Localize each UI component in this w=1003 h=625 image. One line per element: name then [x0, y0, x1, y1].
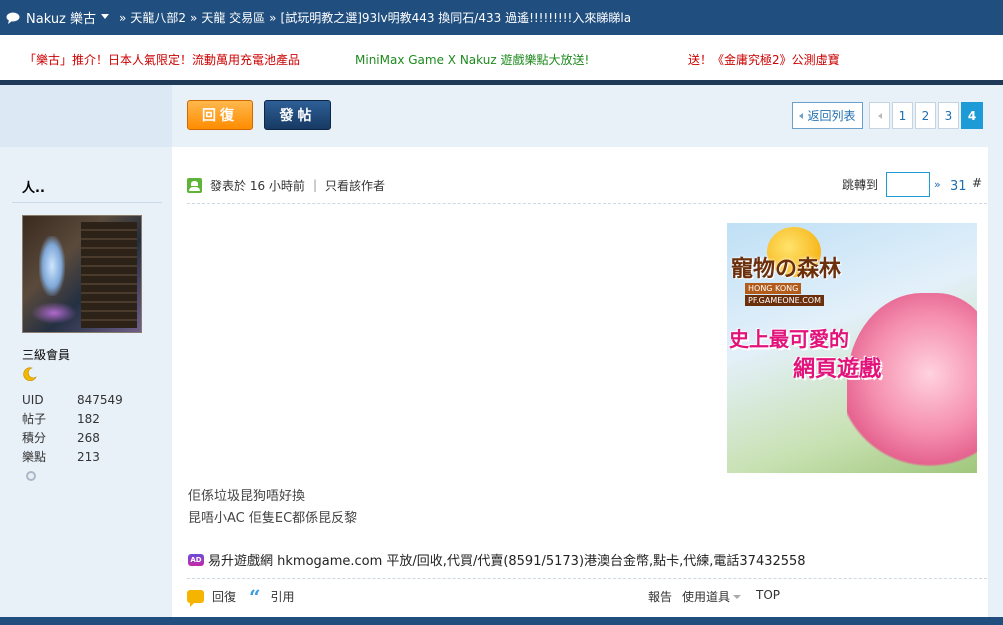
bubble-pointer: [144, 216, 172, 246]
chevron-left-icon: [877, 112, 882, 119]
reply-icon: [187, 590, 204, 607]
top-link[interactable]: TOP: [756, 588, 780, 602]
ad-link[interactable]: MiniMax Game X Nakuz 遊戲樂點大放送!: [355, 51, 589, 68]
ad-badge-icon: AD: [188, 553, 204, 566]
pagination: 返回列表 1 2 3 4: [790, 102, 983, 129]
breadcrumb-item[interactable]: 天龍八部2: [130, 9, 186, 26]
ad-link[interactable]: 送！《金庸究極2》公測虛寶: [688, 51, 840, 68]
use-tools-menu[interactable]: 使用道具: [682, 588, 742, 605]
jump-input[interactable]: [886, 172, 931, 197]
current-page: 4: [961, 102, 983, 129]
ad-banner-image[interactable]: 寵物の森林 HONG KONG PF.GAMEONE.COM 史上最可愛的 網頁…: [727, 223, 977, 473]
post-time: 16 小時前: [249, 178, 305, 193]
back-to-list-button[interactable]: 返回列表: [792, 102, 863, 129]
page-link[interactable]: 3: [938, 102, 959, 129]
stat-row: 積分 268: [22, 430, 100, 446]
page-link[interactable]: 2: [915, 102, 936, 129]
floor-hash: #: [972, 176, 983, 190]
breadcrumb-current: [試玩明教之選]93lv明教443 換同石/433 過遙!!!!!!!!!入來睇…: [280, 11, 632, 25]
ad-links-row: 「樂古」推介！日本人氣限定！流動萬用充電池產品 MiniMax Game X N…: [0, 35, 1003, 80]
sponsor-link[interactable]: 易升遊戲網 hkmogame.com 平放/回收,代買/代賣(8591/5173…: [208, 550, 806, 569]
chevron-left-icon: [799, 112, 804, 119]
post-line: 佢係垃圾昆狗唔好換: [188, 489, 306, 504]
medal-icon[interactable]: [24, 469, 38, 483]
quote-link[interactable]: “引用: [249, 584, 295, 609]
post-message: 佢係垃圾昆狗唔好換 昆唔小AC 佢隻EC都係昆反黎: [188, 486, 357, 530]
breadcrumb-site[interactable]: Nakuz 樂古: [26, 8, 96, 27]
post-footer: 回復 “引用 報告 使用道具 TOP: [187, 584, 987, 609]
floor-number[interactable]: 31: [950, 179, 967, 194]
reply-link[interactable]: 回復: [187, 588, 236, 607]
report-link[interactable]: 報告: [648, 588, 672, 605]
moon-icon: [23, 367, 37, 381]
only-author-link[interactable]: 只看該作者: [325, 177, 385, 194]
action-bar: 回復 發帖 返回列表 1 2 3 4: [0, 85, 1003, 147]
stat-row: 帖子 182: [22, 411, 100, 427]
stat-row: UID 847549: [22, 392, 123, 407]
divider: [187, 203, 987, 204]
prev-page-button[interactable]: [869, 102, 890, 129]
divider: [12, 202, 162, 203]
user-icon: [187, 177, 202, 193]
page-link[interactable]: 1: [892, 102, 913, 129]
chevron-down-icon: [733, 594, 742, 599]
ad-link[interactable]: 「樂古」推介！日本人氣限定！流動萬用充電池產品: [24, 51, 300, 68]
sponsor-ad: AD 易升遊戲網 hkmogame.com 平放/回收,代買/代賣(8591/5…: [188, 550, 806, 569]
reply-button[interactable]: 回復: [187, 100, 253, 130]
jump-to: 跳轉到 »: [842, 172, 941, 197]
stat-row: 樂點 213: [22, 449, 100, 465]
chevron-down-icon[interactable]: [101, 14, 110, 19]
post-header: 發表於 16 小時前 | 只看該作者: [187, 171, 385, 199]
post-line: 昆唔小AC 佢隻EC都係昆反黎: [188, 511, 358, 526]
divider: [187, 578, 987, 579]
breadcrumb-item[interactable]: 天龍 交易區: [201, 9, 265, 26]
chat-bubble-icon: [6, 12, 20, 24]
jump-go-button[interactable]: »: [934, 178, 941, 191]
quote-icon: “: [249, 584, 261, 609]
avatar[interactable]: [22, 215, 142, 333]
new-post-button[interactable]: 發帖: [264, 100, 331, 130]
author-stats: UID 847549 帖子 182 積分 268 樂點 213: [22, 390, 152, 466]
author-name[interactable]: 人..: [22, 177, 45, 196]
breadcrumb: Nakuz 樂古 » 天龍八部2 » 天龍 交易區 » [試玩明教之選]93lv…: [0, 0, 1003, 35]
author-rank: 三級會員: [22, 348, 71, 362]
